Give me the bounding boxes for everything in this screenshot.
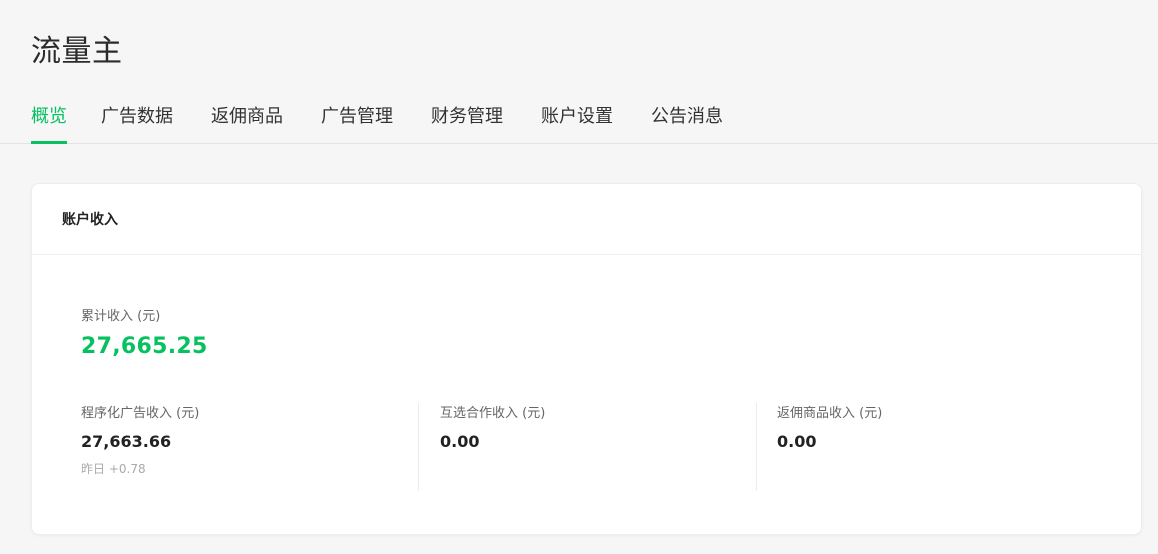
column-divider [756, 403, 757, 491]
tab-announcements[interactable]: 公告消息 [651, 100, 723, 143]
rebate-product-income-value: 0.00 [777, 432, 817, 451]
card-title: 账户收入 [62, 212, 118, 228]
yesterday-change: 昨日 +0.78 [81, 462, 146, 476]
mutual-selection-income-label: 互选合作收入 (元) [440, 406, 546, 421]
programmatic-ad-income: 程序化广告收入 (元) 27,663.66 昨日 +0.78 [81, 404, 199, 478]
tab-ad-data[interactable]: 广告数据 [101, 100, 173, 143]
mutual-selection-income: 互选合作收入 (元) 0.00 [440, 404, 545, 453]
card-header: 账户收入 [32, 184, 1141, 255]
tab-ad-management[interactable]: 广告管理 [321, 100, 393, 143]
tab-bar: 概览 广告数据 返佣商品 广告管理 财务管理 账户设置 公告消息 [0, 100, 1158, 144]
tab-overview[interactable]: 概览 [31, 100, 67, 144]
tab-account-settings[interactable]: 账户设置 [541, 100, 613, 143]
tab-rebate-products[interactable]: 返佣商品 [211, 100, 283, 143]
page-title: 流量主 [31, 34, 123, 69]
account-income-card: 账户收入 累计收入 (元) 27,665.25 程序化广告收入 (元) 27,6… [31, 183, 1142, 535]
total-income-label: 累计收入 (元) [81, 309, 161, 324]
column-divider [418, 403, 419, 491]
tab-finance-management[interactable]: 财务管理 [431, 100, 503, 143]
programmatic-ad-income-value: 27,663.66 [81, 432, 172, 451]
programmatic-ad-income-label: 程序化广告收入 (元) [81, 406, 200, 421]
mutual-selection-income-value: 0.00 [440, 432, 480, 451]
rebate-product-income-label: 返佣商品收入 (元) [777, 406, 883, 421]
total-income-value: 27,665.25 [81, 334, 208, 359]
rebate-product-income: 返佣商品收入 (元) 0.00 [777, 404, 882, 453]
